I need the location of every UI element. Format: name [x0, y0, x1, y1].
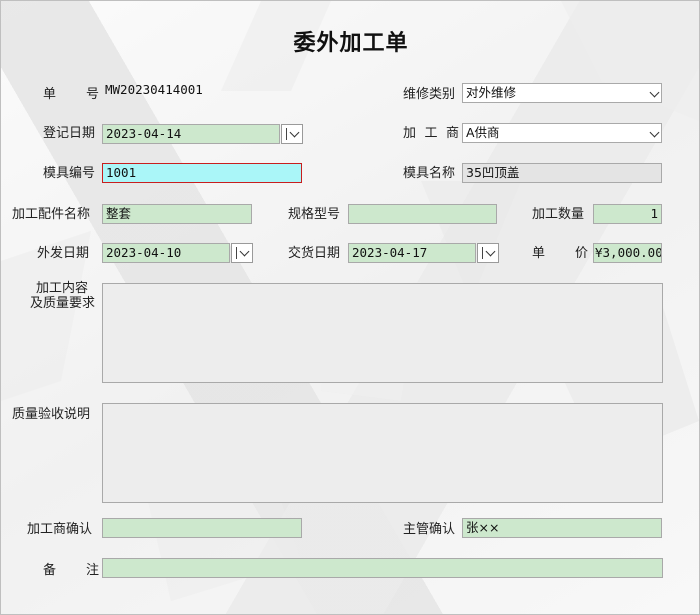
order-no-label-a: 单 — [43, 87, 57, 102]
chevron-down-icon — [649, 127, 660, 138]
repair-type-select[interactable]: 对外维修 — [462, 83, 662, 103]
vendor-label-a: 加 — [403, 126, 417, 141]
date-picker-separator — [482, 247, 483, 259]
spec-label: 规格型号 — [288, 207, 341, 222]
page-title: 委外加工单 — [293, 30, 409, 56]
price-label: 单 价 — [532, 244, 588, 264]
note-label-b: 注 — [85, 563, 99, 578]
content-label-line2: 及质量要求 — [30, 296, 96, 311]
price-input[interactable]: ¥3,000.00 — [593, 243, 662, 263]
send-date-picker-button[interactable] — [231, 243, 253, 263]
order-no-value: MW20230414001 — [105, 82, 203, 97]
delivery-date-picker-button[interactable] — [477, 243, 499, 263]
form-window: 委外加工单 单 号 MW20230414001 维修类别 对外维修 登记日期 2… — [0, 0, 700, 615]
repair-type-selected-value: 对外维修 — [466, 85, 517, 100]
delivery-date-field[interactable]: 2023-04-17 — [348, 243, 476, 263]
vendor-label-c: 商 — [445, 126, 459, 141]
vendor-label: 加 工 商 — [403, 124, 459, 144]
date-picker-separator — [236, 247, 237, 259]
part-name-label: 加工配件名称 — [12, 207, 91, 222]
chevron-down-icon — [239, 246, 250, 257]
order-no-label: 单 号 — [43, 85, 99, 105]
vendor-select[interactable]: A供商 — [462, 123, 662, 143]
manager-confirm-input[interactable]: 张×× — [462, 518, 662, 538]
vendor-confirm-label: 加工商确认 — [27, 522, 93, 537]
content-label-line1: 加工内容 — [36, 281, 89, 296]
chevron-down-icon — [289, 127, 300, 138]
register-date-picker-button[interactable] — [281, 124, 303, 144]
mold-name-field: 35凹顶盖 — [462, 163, 662, 183]
part-name-input[interactable]: 整套 — [102, 204, 252, 224]
qty-input[interactable]: 1 — [593, 204, 662, 224]
note-label-a: 备 — [43, 563, 57, 578]
chevron-down-icon — [649, 87, 660, 98]
send-date-field[interactable]: 2023-04-10 — [102, 243, 230, 263]
qty-label: 加工数量 — [532, 207, 585, 222]
mold-name-label: 模具名称 — [403, 166, 456, 181]
repair-type-label: 维修类别 — [403, 87, 456, 102]
inspection-label: 质量验收说明 — [12, 407, 91, 422]
date-picker-separator — [286, 128, 287, 140]
inspection-textarea[interactable] — [102, 403, 663, 503]
register-date-label: 登记日期 — [43, 126, 96, 141]
send-date-label: 外发日期 — [37, 246, 90, 261]
delivery-date-label: 交货日期 — [288, 246, 341, 261]
mold-no-label: 模具编号 — [43, 166, 96, 181]
order-no-label-b: 号 — [85, 87, 99, 102]
register-date-field[interactable]: 2023-04-14 — [102, 124, 280, 144]
vendor-label-b: 工 — [424, 126, 438, 141]
note-label: 备 注 — [43, 561, 99, 581]
price-label-b: 价 — [574, 246, 588, 261]
chevron-down-icon — [485, 246, 496, 257]
spec-input[interactable] — [348, 204, 497, 224]
note-input[interactable] — [102, 558, 663, 578]
content-textarea[interactable] — [102, 283, 663, 383]
vendor-selected-value: A供商 — [466, 125, 500, 140]
mold-no-input[interactable]: 1001 — [102, 163, 302, 183]
price-label-a: 单 — [532, 246, 546, 261]
manager-confirm-label: 主管确认 — [403, 522, 456, 537]
vendor-confirm-input[interactable] — [102, 518, 302, 538]
